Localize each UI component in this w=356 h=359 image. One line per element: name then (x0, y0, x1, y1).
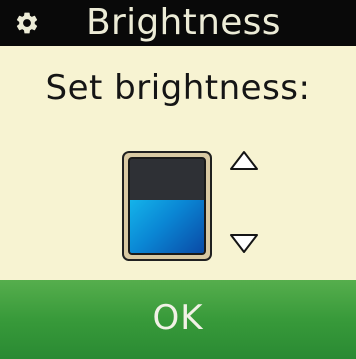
brightness-panel: Set brightness: (0, 46, 356, 280)
brightness-prompt: Set brightness: (45, 68, 311, 108)
gear-icon[interactable] (14, 10, 40, 36)
triangle-down-icon[interactable] (228, 231, 260, 255)
ok-button-label: OK (152, 298, 204, 338)
brightness-level-fill (130, 200, 204, 253)
triangle-up-icon[interactable] (228, 149, 260, 173)
window-title: Brightness (86, 2, 281, 43)
brightness-level-track (128, 157, 206, 255)
ok-button[interactable]: OK (0, 280, 356, 359)
brightness-level-indicator (122, 151, 212, 261)
title-bar: Brightness (0, 0, 356, 46)
